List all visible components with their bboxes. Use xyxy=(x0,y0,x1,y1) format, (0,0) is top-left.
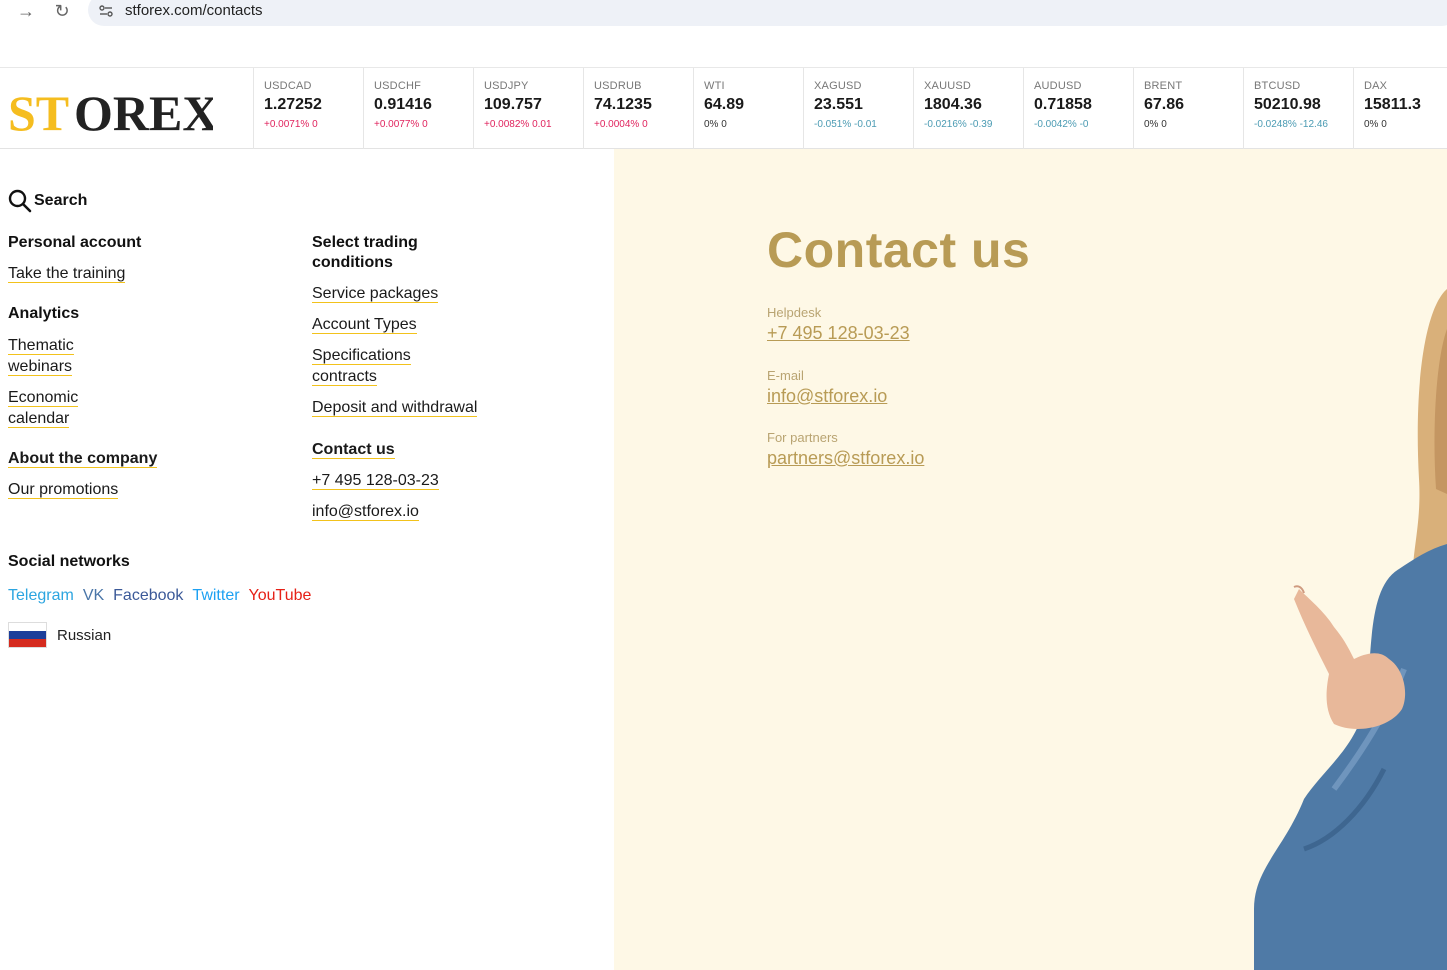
logo-part-st: ST xyxy=(8,85,69,136)
menu-service-packages[interactable]: Service packages xyxy=(312,285,439,303)
ticker-item-usdjpy[interactable]: USDJPY 109.757 +0.0082% 0.01 xyxy=(473,68,583,149)
ticker-item-btcusd[interactable]: BTCUSD 50210.98 -0.0248% -12.46 xyxy=(1243,68,1353,149)
social-vk-link[interactable]: VK xyxy=(83,587,104,605)
ticker-price: 1804.36 xyxy=(924,96,982,113)
ticker-item-dax[interactable]: DAX 15811.3 0% 0 xyxy=(1353,68,1447,149)
menu-specifications-line1[interactable]: Specifications xyxy=(312,347,411,365)
ticker-price: 67.86 xyxy=(1144,96,1185,113)
stforex-logo[interactable]: ST OREX xyxy=(8,82,213,136)
menu-economic-calendar-line1[interactable]: Economic xyxy=(8,389,79,407)
helpdesk-label: Helpdesk xyxy=(767,305,822,320)
ticker-change: -0.0216% -0.39 xyxy=(924,119,993,130)
social-twitter-link[interactable]: Twitter xyxy=(192,587,239,605)
quotes-ticker: USDCAD 1.27252 +0.0071% 0 USDCHF 0.91416 +0.0… xyxy=(253,68,1447,149)
menu-specifications-line2[interactable]: contracts xyxy=(312,368,377,386)
ticker-item-xauusd[interactable]: XAUUSD 1804.36 -0.0216% -0.39 xyxy=(913,68,1023,149)
ticker-price: 74.1235 xyxy=(594,96,652,113)
ticker-symbol: BRENT xyxy=(1144,80,1183,92)
ticker-symbol: DAX xyxy=(1364,80,1388,92)
ticker-price: 0.71858 xyxy=(1034,96,1092,113)
helpdesk-phone-link[interactable]: +7 495 128-03-23 xyxy=(767,323,910,344)
ticker-item-usdchf[interactable]: USDCHF 0.91416 +0.0077% 0 xyxy=(363,68,473,149)
ticker-price: 15811.3 xyxy=(1364,96,1421,113)
social-telegram-link[interactable]: Telegram xyxy=(8,587,74,605)
language-selector[interactable]: Russian xyxy=(8,622,111,648)
ticker-symbol: WTI xyxy=(704,80,725,92)
contact-panel: Contact us Helpdesk +7 495 128-03-23 E-m… xyxy=(614,149,1447,970)
site-settings-icon[interactable] xyxy=(98,3,114,19)
ticker-price: 23.551 xyxy=(814,96,863,113)
menu-deposit-withdrawal[interactable]: Deposit and withdrawal xyxy=(312,399,478,417)
search-label: Search xyxy=(34,192,88,209)
ticker-item-usdrub[interactable]: USDRUB 74.1235 +0.0004% 0 xyxy=(583,68,693,149)
menu-our-promotions[interactable]: Our promotions xyxy=(8,481,119,499)
ticker-change: -0.051% -0.01 xyxy=(814,119,877,130)
social-links: Telegram VK Facebook Twitter YouTube xyxy=(8,587,311,605)
ticker-change: +0.0004% 0 xyxy=(594,119,648,130)
ticker-symbol: AUDUSD xyxy=(1034,80,1082,92)
ticker-price: 50210.98 xyxy=(1254,96,1321,113)
site-menu: Search Personal account Take the trainin… xyxy=(0,149,614,970)
ticker-change: 0% 0 xyxy=(704,119,727,130)
menu-thematic-webinars-line1[interactable]: Thematic xyxy=(8,337,74,355)
ticker-item-xagusd[interactable]: XAGUSD 23.551 -0.051% -0.01 xyxy=(803,68,913,149)
menu-email-link[interactable]: info@stforex.io xyxy=(312,503,419,521)
menu-about-company[interactable]: About the company xyxy=(8,450,158,468)
page-title: Contact us xyxy=(767,222,1031,278)
menu-account-types[interactable]: Account Types xyxy=(312,316,417,334)
language-label: Russian xyxy=(57,626,112,644)
ticker-symbol: XAGUSD xyxy=(814,80,862,92)
social-networks-title: Social networks xyxy=(8,553,130,570)
site-header: ST OREX USDCAD 1.27252 +0.0071% 0 USDCHF 0.9… xyxy=(0,67,1447,149)
ticker-change: +0.0071% 0 xyxy=(264,119,318,130)
ticker-change: -0.0042% -0 xyxy=(1034,119,1089,130)
browser-toolbar: → ↻ stforex.com/contacts xyxy=(0,0,1447,30)
ticker-symbol: XAUUSD xyxy=(924,80,972,92)
address-bar[interactable]: stforex.com/contacts xyxy=(88,0,1447,26)
menu-contact-us[interactable]: Contact us xyxy=(312,441,395,459)
partners-email-link[interactable]: partners@stforex.io xyxy=(767,448,924,469)
ticker-symbol: USDCHF xyxy=(374,80,422,92)
social-youtube-link[interactable]: YouTube xyxy=(249,587,312,605)
menu-take-training[interactable]: Take the training xyxy=(8,265,126,283)
social-facebook-link[interactable]: Facebook xyxy=(113,587,183,605)
menu-select-trading-line1[interactable]: Select trading xyxy=(312,233,592,253)
menu-analytics[interactable]: Analytics xyxy=(8,304,288,324)
ticker-symbol: BTCUSD xyxy=(1254,80,1301,92)
person-pointing-image xyxy=(1254,289,1447,970)
menu-column-right: Select trading conditions Service packag… xyxy=(312,233,592,522)
ticker-item-audusd[interactable]: AUDUSD 0.71858 -0.0042% -0 xyxy=(1023,68,1133,149)
search-button[interactable]: Search xyxy=(8,189,87,213)
ticker-change: -0.0248% -12.46 xyxy=(1254,119,1328,130)
url-text[interactable]: stforex.com/contacts xyxy=(125,2,263,19)
email-label: E-mail xyxy=(767,368,804,383)
menu-column-left: Personal account Take the training Analy… xyxy=(8,233,288,500)
email-link[interactable]: info@stforex.io xyxy=(767,386,887,407)
ticker-item-brent[interactable]: BRENT 67.86 0% 0 xyxy=(1133,68,1243,149)
russia-flag-icon xyxy=(8,622,47,648)
ticker-change: 0% 0 xyxy=(1144,119,1167,130)
ticker-price: 0.91416 xyxy=(374,96,432,113)
ticker-change: 0% 0 xyxy=(1364,119,1387,130)
menu-thematic-webinars-line2[interactable]: webinars xyxy=(8,358,73,376)
ticker-price: 1.27252 xyxy=(264,96,322,113)
menu-personal-account[interactable]: Personal account xyxy=(8,233,288,253)
ticker-item-usdcad[interactable]: USDCAD 1.27252 +0.0071% 0 xyxy=(253,68,363,149)
search-icon xyxy=(8,189,32,213)
forward-arrow-icon[interactable]: → xyxy=(14,0,38,22)
ticker-change: +0.0082% 0.01 xyxy=(484,119,552,130)
menu-phone-link[interactable]: +7 495 128-03-23 xyxy=(312,472,439,490)
ticker-symbol: USDRUB xyxy=(594,80,642,92)
ticker-price: 64.89 xyxy=(704,96,745,113)
reload-icon[interactable]: ↻ xyxy=(50,0,74,22)
menu-economic-calendar-line2[interactable]: calendar xyxy=(8,410,70,428)
logo-part-orex: OREX xyxy=(74,85,213,136)
ticker-symbol: USDJPY xyxy=(484,80,529,92)
ticker-item-wti[interactable]: WTI 64.89 0% 0 xyxy=(693,68,803,149)
partners-label: For partners xyxy=(767,430,838,445)
ticker-change: +0.0077% 0 xyxy=(374,119,428,130)
ticker-price: 109.757 xyxy=(484,96,542,113)
ticker-symbol: USDCAD xyxy=(264,80,312,92)
menu-select-trading-line2[interactable]: conditions xyxy=(312,253,592,273)
